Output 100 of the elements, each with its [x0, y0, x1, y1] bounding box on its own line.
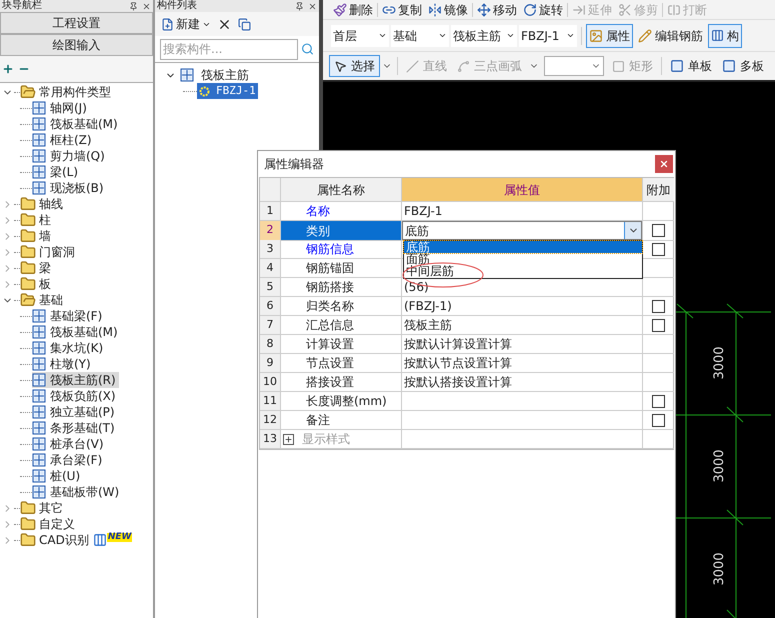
checkbox[interactable] — [652, 300, 665, 312]
dropdown-button[interactable] — [624, 222, 641, 239]
tree-item[interactable]: 现浇板(B) — [32, 180, 107, 196]
component-icon — [32, 357, 46, 371]
tool-button[interactable]: 旋转 — [521, 0, 565, 18]
selector-dropdown[interactable]: 筏板主筋 — [451, 24, 517, 46]
tree-item[interactable]: 梁 — [39, 259, 51, 277]
selector-dropdown[interactable]: FBZJ-1 — [519, 24, 577, 46]
dropdown-option[interactable]: 面筋 — [404, 253, 642, 265]
property-name: 类别 — [306, 222, 330, 240]
property-name: 备注 — [306, 412, 330, 429]
component-icon — [32, 117, 46, 131]
expand-all-icon[interactable] — [2, 63, 14, 75]
caret-icon — [438, 31, 447, 40]
tree-item[interactable]: 柱 — [39, 211, 51, 229]
component-icon — [180, 68, 194, 82]
pin-icon[interactable] — [295, 2, 304, 10]
row-number: 7 — [260, 316, 281, 335]
square-icon — [670, 59, 684, 73]
tree-item[interactable]: 基础板带(W) — [32, 484, 122, 500]
selector-dropdown[interactable]: 首层 — [331, 24, 389, 46]
pencil-icon — [638, 28, 652, 42]
component-icon — [32, 469, 46, 483]
tree-item[interactable]: 筏板基础(M) — [32, 324, 121, 340]
tree-item[interactable]: 常用构件类型 — [39, 83, 111, 101]
folder-icon — [20, 84, 36, 100]
row-number: 6 — [260, 297, 281, 316]
tree-item[interactable]: 门窗洞 — [39, 243, 75, 261]
search-field[interactable]: 搜索构件... — [160, 38, 298, 60]
column-header: 属性值 — [402, 178, 643, 202]
nav-button[interactable]: 绘图输入 — [0, 34, 153, 56]
row-number: 13 — [260, 430, 281, 449]
tree-item[interactable]: 轴网(J) — [32, 100, 90, 116]
tree-item[interactable]: 基础 — [39, 291, 63, 309]
tree-item[interactable]: 基础梁(F) — [32, 308, 106, 324]
dialog-title: 属性编辑器 — [264, 156, 324, 173]
component-icon — [32, 309, 46, 323]
tree-item[interactable]: 承台梁(F) — [32, 452, 106, 468]
value-combo[interactable]: 底筋 — [402, 221, 642, 240]
tree-item[interactable]: 筏板基础(M) — [32, 116, 121, 132]
property-value: FBZJ-1 — [403, 203, 442, 220]
search-icon[interactable] — [301, 42, 314, 56]
toolbar-button[interactable]: 构 — [708, 24, 742, 48]
checkbox[interactable] — [652, 394, 665, 408]
tool-button[interactable]: 移动 — [475, 0, 519, 18]
tree-item[interactable]: 集水坑(K) — [32, 340, 106, 356]
folder-icon — [20, 244, 36, 260]
toolbar-button[interactable]: 属性 — [586, 24, 633, 48]
tree-item[interactable]: 自定义 — [39, 515, 75, 533]
pin-icon[interactable] — [129, 2, 138, 10]
tool-button[interactable]: 镜像 — [426, 0, 470, 18]
tree-item[interactable]: 其它 — [39, 499, 63, 517]
tree-item[interactable]: 梁(L) — [32, 164, 82, 180]
dimension-label: 3000 — [712, 552, 727, 586]
tool-button[interactable]: 多板 — [717, 55, 769, 77]
selector-dropdown[interactable]: 基础 — [391, 24, 449, 46]
combo-field[interactable] — [544, 56, 604, 76]
tree-item[interactable]: 墙 — [39, 227, 51, 245]
mirror-icon — [428, 2, 442, 16]
tree-item[interactable]: CAD识别 — [39, 531, 89, 549]
checkbox[interactable] — [652, 224, 665, 237]
property-name: 节点设置 — [306, 355, 354, 372]
tree-item[interactable]: 筏板主筋(R) — [32, 372, 119, 388]
expand-icon[interactable] — [283, 434, 294, 444]
tool-button[interactable]: 单板 — [665, 55, 717, 77]
tree-item[interactable]: 独立基础(P) — [32, 404, 118, 420]
checkbox[interactable] — [652, 318, 665, 332]
tree-item[interactable]: 板 — [39, 275, 51, 293]
tool-button[interactable]: 复制 — [380, 0, 424, 18]
checkbox[interactable] — [652, 414, 665, 426]
move-icon — [477, 2, 491, 16]
property-value: 按默认计算设置计算 — [403, 336, 512, 353]
row-number: 2 — [260, 221, 281, 241]
tree-item[interactable]: 条形基础(T) — [32, 420, 118, 436]
tree-item[interactable]: 桩承台(V) — [32, 436, 107, 452]
new-badge: NEW — [106, 532, 132, 542]
line-icon — [406, 60, 419, 72]
tree-item[interactable]: 筏板主筋 — [201, 66, 249, 84]
copy-icon[interactable] — [238, 18, 251, 30]
tree-item[interactable]: 桩(U) — [32, 468, 84, 484]
tree-item[interactable]: 框柱(Z) — [32, 132, 95, 148]
tool-button[interactable]: 选择 — [329, 55, 380, 77]
property-name: 名称 — [306, 203, 330, 220]
list-icon — [711, 29, 724, 42]
close-icon[interactable] — [308, 2, 317, 10]
checkbox[interactable] — [652, 242, 665, 256]
dropdown-option[interactable]: 底筋 — [404, 241, 642, 253]
folder-icon — [20, 500, 36, 516]
tree-item[interactable]: 剪力墙(Q) — [32, 148, 108, 164]
tree-item[interactable]: 筏板负筋(X) — [32, 388, 119, 404]
tool-button[interactable]: 删除 — [331, 0, 375, 18]
close-icon[interactable] — [142, 2, 151, 10]
close-button[interactable] — [655, 155, 673, 173]
tree-item[interactable]: FBZJ-1 — [197, 83, 258, 99]
tree-item[interactable]: 轴线 — [39, 195, 63, 213]
nav-button[interactable]: 工程设置 — [0, 12, 153, 34]
tree-item[interactable]: 柱墩(Y) — [32, 356, 94, 372]
component-icon — [32, 373, 46, 387]
toolbar-button[interactable]: 编辑钢筋 — [635, 24, 706, 48]
column-header: 附加 — [643, 178, 674, 202]
